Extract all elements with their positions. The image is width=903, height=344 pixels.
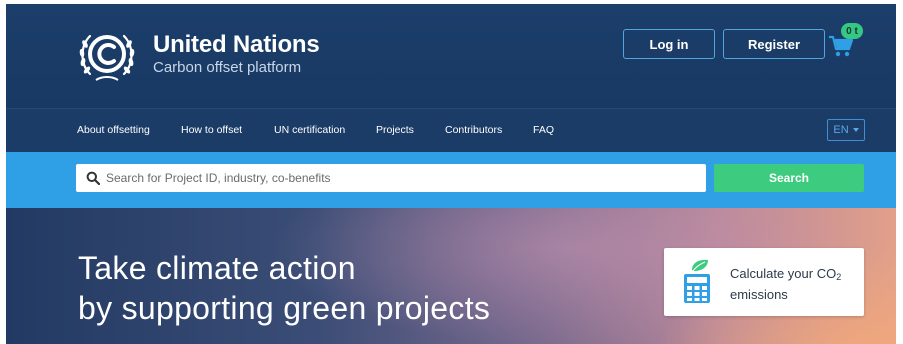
hero-headline-line-2: by supporting green projects <box>78 290 491 326</box>
nav-item-un-certification[interactable]: UN certification <box>274 124 345 136</box>
search-icon <box>86 171 100 185</box>
search-box[interactable] <box>76 164 706 192</box>
nav-item-how-to-offset[interactable]: How to offset <box>181 124 242 136</box>
calc-subscript: 2 <box>836 272 842 282</box>
login-button[interactable]: Log in <box>623 29 715 59</box>
nav-item-projects[interactable]: Projects <box>376 124 414 136</box>
calculate-emissions-text: Calculate your CO2 emissions <box>730 265 841 303</box>
brand-subtitle: Carbon offset platform <box>153 59 302 76</box>
search-button[interactable]: Search <box>714 164 864 192</box>
register-button[interactable]: Register <box>723 29 825 59</box>
language-label: EN <box>833 124 849 136</box>
search-band: Search <box>6 152 896 208</box>
calc-line-2: emissions <box>730 287 788 302</box>
hero-headline-line-1: Take climate action <box>78 250 356 286</box>
un-climate-logo-icon[interactable] <box>76 24 138 86</box>
calculator-icon <box>684 259 710 303</box>
nav-item-contributors[interactable]: Contributors <box>445 124 502 136</box>
calc-line-1: Calculate your CO <box>730 266 837 281</box>
brand-title[interactable]: United Nations <box>153 31 320 59</box>
nav-item-faq[interactable]: FAQ <box>533 124 554 136</box>
site-header: United Nations Carbon offset platform Lo… <box>6 4 896 108</box>
chevron-down-icon <box>852 128 859 132</box>
page: United Nations Carbon offset platform Lo… <box>6 4 896 344</box>
cart-badge: 0 t <box>841 23 863 39</box>
calculate-emissions-card[interactable]: Calculate your CO2 emissions <box>664 248 864 316</box>
main-nav: About offsetting How to offset UN certif… <box>6 108 896 152</box>
nav-item-about-offsetting[interactable]: About offsetting <box>77 124 150 136</box>
hero-banner: Take climate action by supporting green … <box>6 208 896 344</box>
language-selector[interactable]: EN <box>827 119 865 141</box>
search-input[interactable] <box>106 171 696 185</box>
